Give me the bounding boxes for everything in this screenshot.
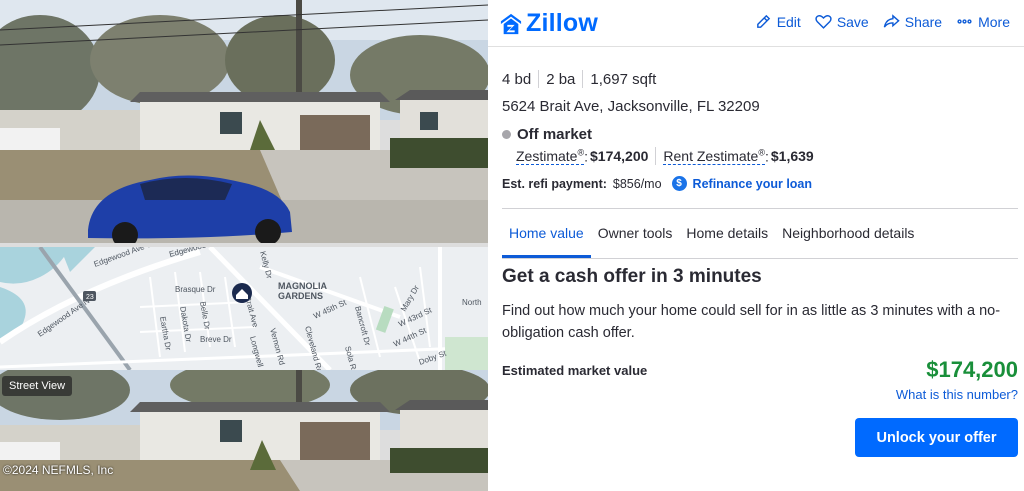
zillow-house-icon — [500, 13, 522, 34]
details-tabs: Home value Owner tools Home details Neig… — [502, 212, 1018, 259]
status-label: Off market — [517, 126, 593, 143]
tab-owner-tools[interactable]: Owner tools — [591, 212, 680, 258]
refi-label: Est. refi payment: — [502, 176, 607, 191]
save-label: Save — [836, 13, 869, 30]
registered-mark: ® — [758, 147, 765, 158]
fact-divider — [538, 70, 540, 88]
dollar-icon: $ — [671, 176, 687, 191]
unlock-offer-button[interactable]: Unlock your offer — [855, 418, 1018, 457]
cash-offer-title: Get a cash offer in 3 minutes — [502, 266, 762, 287]
zestimate-row: Zestimate®: $174,200 Rent Zestimate®: $1,6… — [516, 147, 814, 166]
heart-icon — [815, 15, 832, 29]
beds-count: 4 bd — [502, 70, 532, 88]
property-address: 5624 Brait Ave, Jacksonville, FL 32209 — [502, 98, 760, 115]
refi-payment-row: Est. refi payment: $856/mo $ Refinance y… — [502, 176, 812, 191]
refi-value: $856/mo — [612, 176, 662, 191]
tab-neighborhood-details[interactable]: Neighborhood details — [775, 212, 921, 258]
rent-zestimate-value: $1,639 — [770, 148, 814, 165]
rent-zestimate-label: Rent Zestimate — [663, 148, 759, 165]
cash-offer-description: Find out how much your home could sell f… — [502, 303, 1001, 341]
svg-text:MAGNOLIA: MAGNOLIA — [278, 281, 327, 291]
edit-button[interactable]: Edit — [755, 13, 801, 30]
header-actions: Edit Save Share More — [755, 13, 1010, 30]
street-view-badge[interactable]: Street View — [2, 376, 73, 396]
property-photo-main[interactable] — [0, 0, 488, 243]
pencil-icon — [756, 14, 770, 28]
svg-text:North: North — [462, 298, 482, 307]
svg-text:Brasque Dr: Brasque Dr — [175, 285, 216, 294]
media-gallery[interactable]: Edgewood Ave W Edgewood Edgewood Ave N M… — [0, 0, 488, 491]
baths-count: 2 ba — [546, 70, 576, 88]
zestimate[interactable]: Zestimate®: $174,200 — [516, 147, 649, 166]
section-divider — [502, 208, 1018, 209]
tab-home-details[interactable]: Home details — [679, 212, 775, 258]
edit-label: Edit — [776, 13, 801, 30]
status-dot-icon — [502, 130, 511, 139]
zillow-logo[interactable]: Zillow — [500, 9, 598, 38]
market-value-amount: $174,200 — [926, 357, 1018, 382]
fact-divider — [582, 70, 584, 88]
listing-status: Off market — [502, 126, 592, 143]
market-value-label: Estimated market value — [502, 363, 648, 378]
more-button[interactable]: More — [956, 13, 1010, 30]
zestimate-label: Zestimate — [516, 148, 578, 165]
refinance-link[interactable]: Refinance your loan — [693, 177, 812, 191]
svg-text:GARDENS: GARDENS — [278, 291, 323, 301]
rent-zestimate[interactable]: Rent Zestimate®: $1,639 — [663, 147, 814, 166]
svg-text:Breve Dr: Breve Dr — [200, 335, 232, 344]
svg-text:23: 23 — [86, 294, 94, 301]
home-facts: 4 bd 2 ba 1,697 sqft — [502, 70, 656, 88]
photo-copyright: ©2024 NEFMLS, Inc — [3, 463, 114, 477]
zestimate-divider — [655, 147, 657, 165]
tab-home-value[interactable]: Home value — [502, 212, 591, 258]
square-footage: 1,697 sqft — [590, 70, 657, 88]
share-label: Share — [904, 13, 943, 30]
brand-name: Zillow — [526, 9, 599, 37]
location-map[interactable]: Edgewood Ave W Edgewood Edgewood Ave N M… — [0, 247, 488, 370]
registered-mark: ® — [577, 147, 585, 158]
panel-header: Zillow Edit Save Share More — [488, 0, 1024, 47]
share-button[interactable]: Share — [883, 13, 942, 30]
more-label: More — [978, 13, 1010, 30]
property-details-panel: Zillow Edit Save Share More 4 bd 2 ba 1,… — [488, 0, 1024, 491]
zestimate-value: $174,200 — [590, 148, 649, 165]
save-button[interactable]: Save — [815, 13, 869, 30]
more-dots-icon — [957, 19, 972, 24]
share-icon — [883, 14, 900, 28]
market-value-help-link[interactable]: What is this number? — [896, 387, 1018, 402]
